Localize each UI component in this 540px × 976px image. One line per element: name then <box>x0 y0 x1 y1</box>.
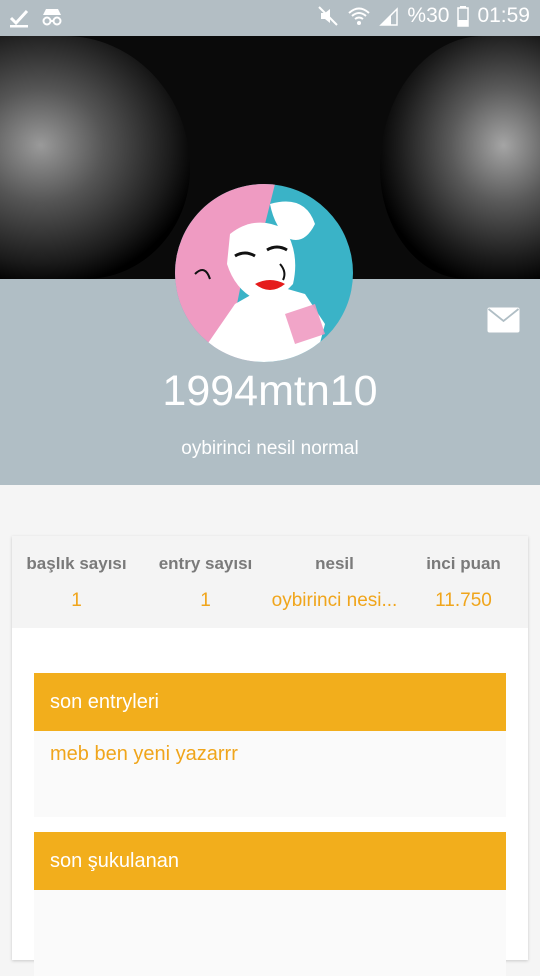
cover-shape-left <box>0 36 190 279</box>
recent-sukulanan-section: son şukulanan <box>34 832 506 976</box>
stat-value[interactable]: 1 <box>141 590 270 612</box>
stat-label: entry sayısı <box>158 554 253 573</box>
recent-entries-header: son entryleri <box>34 673 506 731</box>
wifi-icon <box>348 7 371 25</box>
mute-icon <box>318 6 339 26</box>
avatar[interactable] <box>175 184 353 362</box>
avatar-image <box>175 184 353 362</box>
stats-row: başlık sayısı 1 entry sayısı 1 nesil oyb… <box>12 536 528 628</box>
stat-value[interactable]: 11.750 <box>399 590 528 612</box>
stat-value[interactable]: oybirinci nesi... <box>270 590 399 612</box>
battery-level: %30 <box>407 4 450 27</box>
stat-label: başlık sayısı <box>26 554 127 573</box>
recent-sukulanan-header: son şukulanan <box>34 832 506 890</box>
battery-icon <box>457 6 470 27</box>
check-icon <box>9 9 29 28</box>
mail-icon[interactable] <box>487 307 520 333</box>
stat-value[interactable]: 1 <box>12 590 141 612</box>
recent-entries-section: son entryleri meb ben yeni yazarrr <box>34 673 506 817</box>
status-bar: %30 01:59 <box>0 0 540 36</box>
list-item[interactable]: meb ben yeni yazarrr <box>50 743 490 766</box>
stat-label: inci puan <box>426 554 501 573</box>
stat-label: nesil <box>315 554 354 573</box>
incognito-icon <box>42 9 62 26</box>
cover-shape-right <box>380 36 540 279</box>
recent-sukulanan-list <box>34 890 506 976</box>
generation-label: oybirinci nesil normal <box>181 438 359 459</box>
recent-entries-list: meb ben yeni yazarrr <box>34 731 506 817</box>
profile-card: başlık sayısı 1 entry sayısı 1 nesil oyb… <box>12 536 528 976</box>
username: 1994mtn10 <box>162 367 378 415</box>
clock: 01:59 <box>477 4 530 27</box>
signal-icon <box>379 7 399 26</box>
